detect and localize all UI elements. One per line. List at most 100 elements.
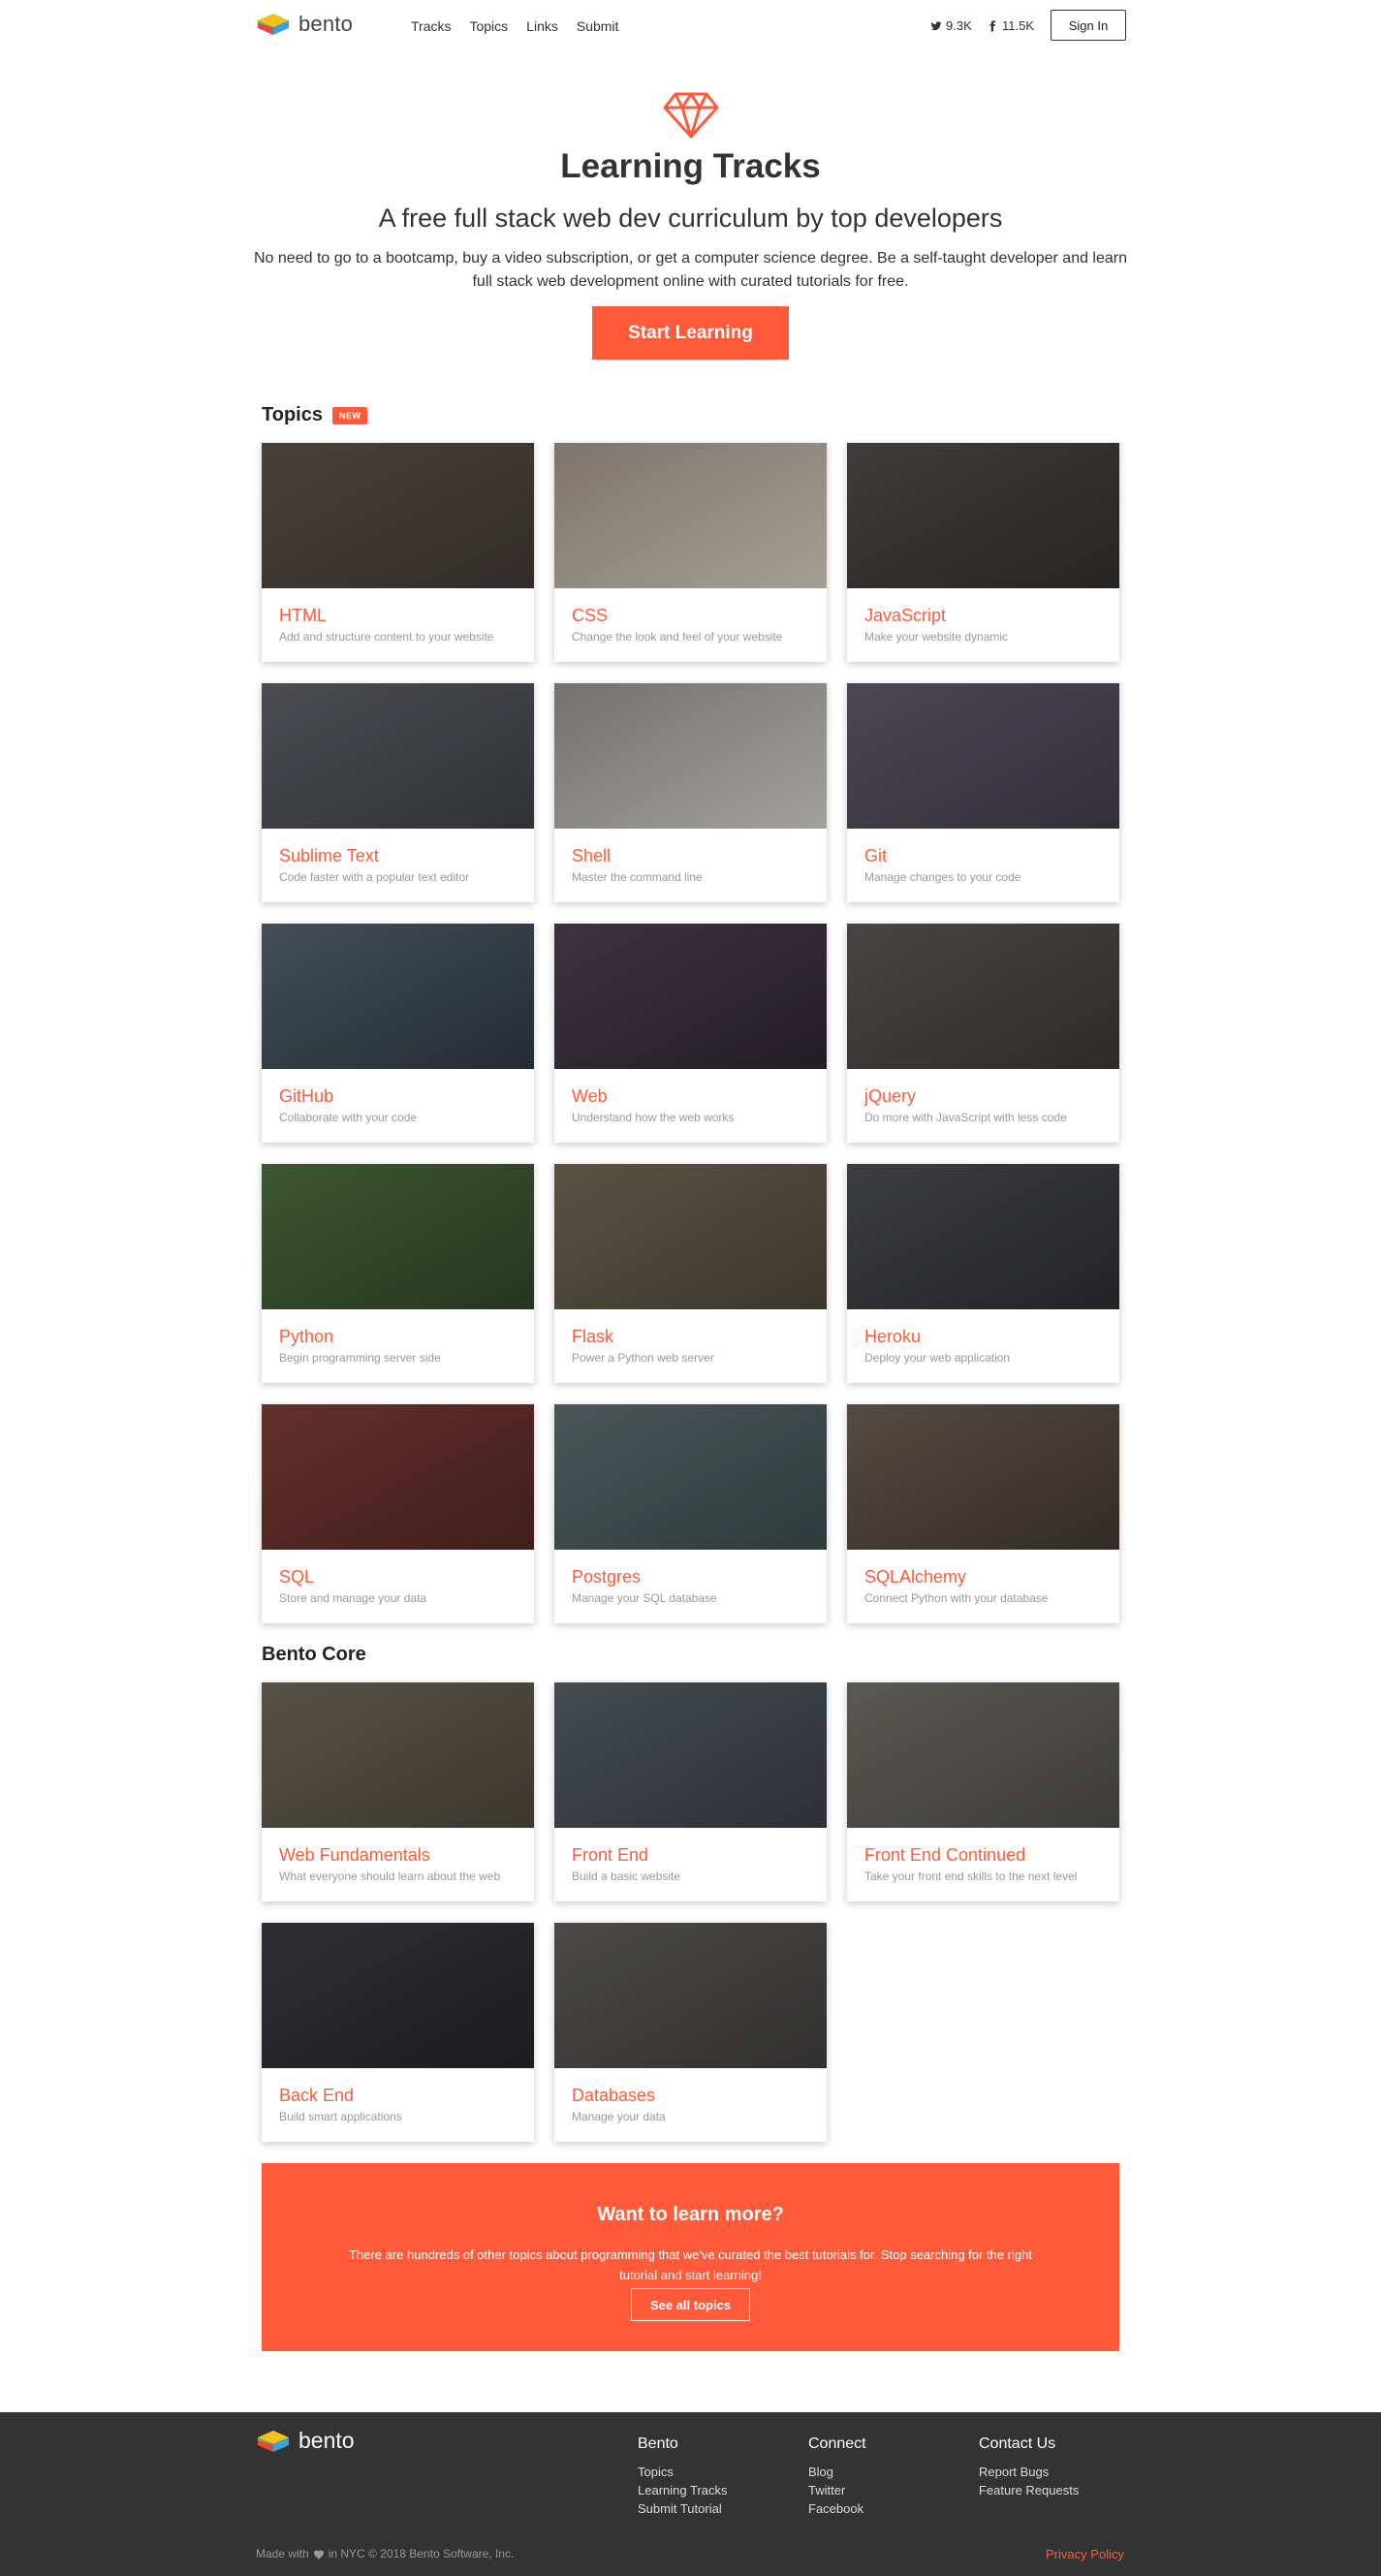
- footer-col-connect: Connect Blog Twitter Facebook: [808, 2435, 866, 2518]
- footer-copyright: Made with in NYC © 2018 Bento Software, …: [256, 2547, 514, 2560]
- start-learning-button[interactable]: Start Learning: [592, 306, 789, 360]
- made-in-text: in NYC © 2018 Bento Software, Inc.: [328, 2547, 515, 2560]
- footer-col-bento: Bento Topics Learning Tracks Submit Tuto…: [638, 2435, 728, 2518]
- card-title[interactable]: jQuery: [864, 1086, 916, 1107]
- card-title[interactable]: Git: [864, 846, 887, 866]
- topic-card-shell[interactable]: Shell Master the command line: [554, 683, 827, 902]
- card-description: Make your website dynamic: [864, 630, 1009, 644]
- card-description: What everyone should learn about the web: [279, 1869, 501, 1883]
- card-image: [262, 1682, 534, 1828]
- card-title[interactable]: Web: [572, 1086, 608, 1107]
- twitter-link[interactable]: 9.3K: [930, 18, 972, 33]
- card-title[interactable]: Heroku: [864, 1327, 921, 1347]
- topic-card-web[interactable]: Web Understand how the web works: [554, 924, 827, 1143]
- topic-card-postgres[interactable]: Postgres Manage your SQL database: [554, 1404, 827, 1623]
- topic-card-python[interactable]: Python Begin programming server side: [262, 1164, 534, 1383]
- core-card-front-end[interactable]: Front End Build a basic website: [554, 1682, 827, 1901]
- card-description: Master the command line: [572, 870, 703, 884]
- topic-card-flask[interactable]: Flask Power a Python web server: [554, 1164, 827, 1383]
- card-title[interactable]: Python: [279, 1327, 333, 1347]
- card-image: [554, 683, 827, 829]
- card-image: [847, 683, 1119, 829]
- see-all-topics-button[interactable]: See all topics: [631, 2288, 750, 2321]
- card-description: Manage your data: [572, 2110, 666, 2123]
- footer-link-facebook[interactable]: Facebook: [808, 2499, 866, 2518]
- card-image: [262, 683, 534, 829]
- core-card-web-fundamentals[interactable]: Web Fundamentals What everyone should le…: [262, 1682, 534, 1901]
- footer-link-twitter[interactable]: Twitter: [808, 2481, 866, 2499]
- privacy-policy-link[interactable]: Privacy Policy: [1046, 2547, 1124, 2561]
- card-title[interactable]: Flask: [572, 1327, 613, 1347]
- card-title[interactable]: Front End: [572, 1845, 648, 1866]
- made-with-text: Made with: [256, 2547, 309, 2560]
- core-card-front-end-continued[interactable]: Front End Continued Take your front end …: [847, 1682, 1119, 1901]
- topics-title: Topics: [262, 404, 323, 425]
- site-footer: bento Bento Topics Learning Tracks Submi…: [0, 2412, 1381, 2576]
- card-title[interactable]: SQL: [279, 1567, 314, 1587]
- footer-col-contact: Contact Us Report Bugs Feature Requests: [979, 2435, 1079, 2499]
- card-title[interactable]: Databases: [572, 2086, 655, 2106]
- card-image: [262, 1164, 534, 1309]
- footer-link-report-bugs[interactable]: Report Bugs: [979, 2463, 1079, 2481]
- card-title[interactable]: Postgres: [572, 1567, 641, 1587]
- card-description: Store and manage your data: [279, 1591, 427, 1605]
- topic-card-sql[interactable]: SQL Store and manage your data: [262, 1404, 534, 1623]
- facebook-count: 11.5K: [1002, 18, 1035, 33]
- card-image: [554, 924, 827, 1069]
- card-title[interactable]: Shell: [572, 846, 611, 866]
- learn-more-description: There are hundreds of other topics about…: [349, 2247, 1032, 2282]
- card-description: Power a Python web server: [572, 1351, 714, 1365]
- nav-topics[interactable]: Topics: [469, 18, 508, 34]
- card-title[interactable]: CSS: [572, 606, 608, 626]
- topic-card-html[interactable]: HTML Add and structure content to your w…: [262, 443, 534, 662]
- page-description: No need to go to a bootcamp, buy a video…: [254, 250, 1128, 290]
- card-description: Begin programming server side: [279, 1351, 441, 1365]
- card-image: [262, 443, 534, 588]
- card-description: Deploy your web application: [864, 1351, 1011, 1365]
- card-image: [554, 443, 827, 588]
- footer-link-feature-requests[interactable]: Feature Requests: [979, 2481, 1079, 2499]
- topic-card-sqlalchemy[interactable]: SQLAlchemy Connect Python with your data…: [847, 1404, 1119, 1623]
- footer-link-blog[interactable]: Blog: [808, 2463, 866, 2481]
- nav-submit[interactable]: Submit: [577, 18, 619, 34]
- topic-card-github[interactable]: GitHub Collaborate with your code: [262, 924, 534, 1143]
- card-title[interactable]: SQLAlchemy: [864, 1567, 966, 1587]
- topic-card-javascript[interactable]: JavaScript Make your website dynamic: [847, 443, 1119, 662]
- card-image: [847, 1682, 1119, 1828]
- core-card-databases[interactable]: Databases Manage your data: [554, 1923, 827, 2142]
- card-title[interactable]: Sublime Text: [279, 846, 379, 866]
- nav-tracks[interactable]: Tracks: [411, 18, 451, 34]
- card-title[interactable]: GitHub: [279, 1086, 333, 1107]
- sign-in-button[interactable]: Sign In: [1051, 10, 1126, 41]
- card-image: [262, 1923, 534, 2068]
- facebook-link[interactable]: 11.5K: [987, 18, 1034, 33]
- footer-logo[interactable]: bento: [256, 2428, 355, 2454]
- topic-card-css[interactable]: CSS Change the look and feel of your web…: [554, 443, 827, 662]
- card-title[interactable]: Back End: [279, 2086, 354, 2106]
- logo[interactable]: bento: [256, 12, 353, 37]
- topic-card-jquery[interactable]: jQuery Do more with JavaScript with less…: [847, 924, 1119, 1143]
- footer-link-learning-tracks[interactable]: Learning Tracks: [638, 2481, 728, 2499]
- card-description: Build smart applications: [279, 2110, 402, 2123]
- card-title[interactable]: JavaScript: [864, 606, 946, 626]
- twitter-icon: [930, 20, 942, 30]
- core-card-back-end[interactable]: Back End Build smart applications: [262, 1923, 534, 2142]
- card-title[interactable]: HTML: [279, 606, 327, 626]
- footer-link-topics[interactable]: Topics: [638, 2463, 728, 2481]
- nav-links[interactable]: Links: [526, 18, 558, 34]
- footer-logo-text: bento: [298, 2428, 355, 2453]
- page-title: Learning Tracks: [560, 147, 821, 185]
- topic-card-heroku[interactable]: Heroku Deploy your web application: [847, 1164, 1119, 1383]
- card-title[interactable]: Web Fundamentals: [279, 1845, 430, 1866]
- card-description: Change the look and feel of your website: [572, 630, 783, 644]
- heart-icon: [313, 2550, 324, 2560]
- footer-link-submit-tutorial[interactable]: Submit Tutorial: [638, 2499, 728, 2518]
- card-image: [554, 1682, 827, 1828]
- topic-card-sublime-text[interactable]: Sublime Text Code faster with a popular …: [262, 683, 534, 902]
- bento-core-title: Bento Core: [262, 1644, 366, 1665]
- card-image: [262, 1404, 534, 1550]
- learn-more-title: Want to learn more?: [597, 2204, 784, 2225]
- topic-card-git[interactable]: Git Manage changes to your code: [847, 683, 1119, 902]
- card-title[interactable]: Front End Continued: [864, 1845, 1025, 1866]
- card-description: Take your front end skills to the next l…: [864, 1869, 1078, 1883]
